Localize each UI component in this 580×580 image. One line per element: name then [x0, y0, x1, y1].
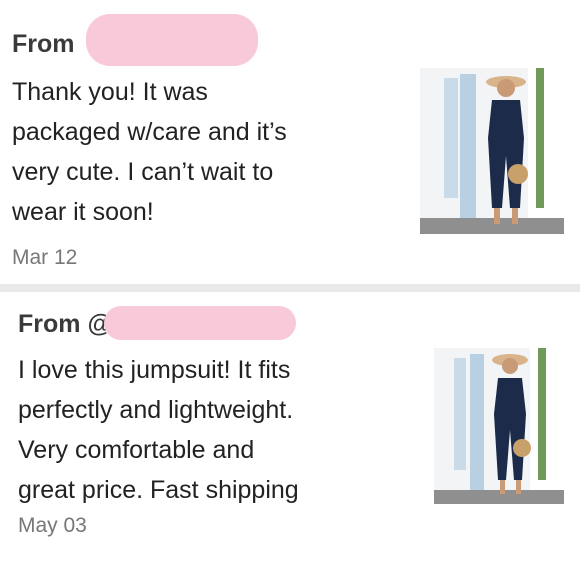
review-text-line: Very comfortable and: [18, 436, 255, 464]
review-text-line: Thank you! It was: [12, 78, 208, 106]
product-photo[interactable]: [420, 68, 564, 234]
review-text-line: very cute. I can’t wait to: [12, 158, 274, 186]
review-text: Thank you! It was packaged w/care and it…: [12, 72, 412, 232]
review-text: I love this jumpsuit! It fits perfectly …: [18, 350, 418, 510]
review-text-line: packaged w/care and it’s: [12, 118, 287, 146]
review-date: Mar 12: [12, 246, 78, 269]
review-card: From Thank you! It was packaged w/care a…: [0, 0, 580, 284]
review-text-line: I love this jumpsuit! It fits: [18, 356, 291, 384]
redacted-username: [86, 14, 258, 66]
review-text-line: perfectly and lightweight.: [18, 396, 294, 424]
review-from-label: From: [12, 30, 75, 58]
review-date: May 03: [18, 514, 87, 537]
review-from-label: From @: [18, 310, 112, 338]
redacted-username: [104, 306, 296, 340]
review-card: From @ I love this jumpsuit! It fits per…: [0, 292, 580, 580]
review-text-line: wear it soon!: [12, 198, 154, 226]
product-photo[interactable]: [434, 348, 564, 504]
review-text-line: great price. Fast shipping: [18, 476, 299, 504]
